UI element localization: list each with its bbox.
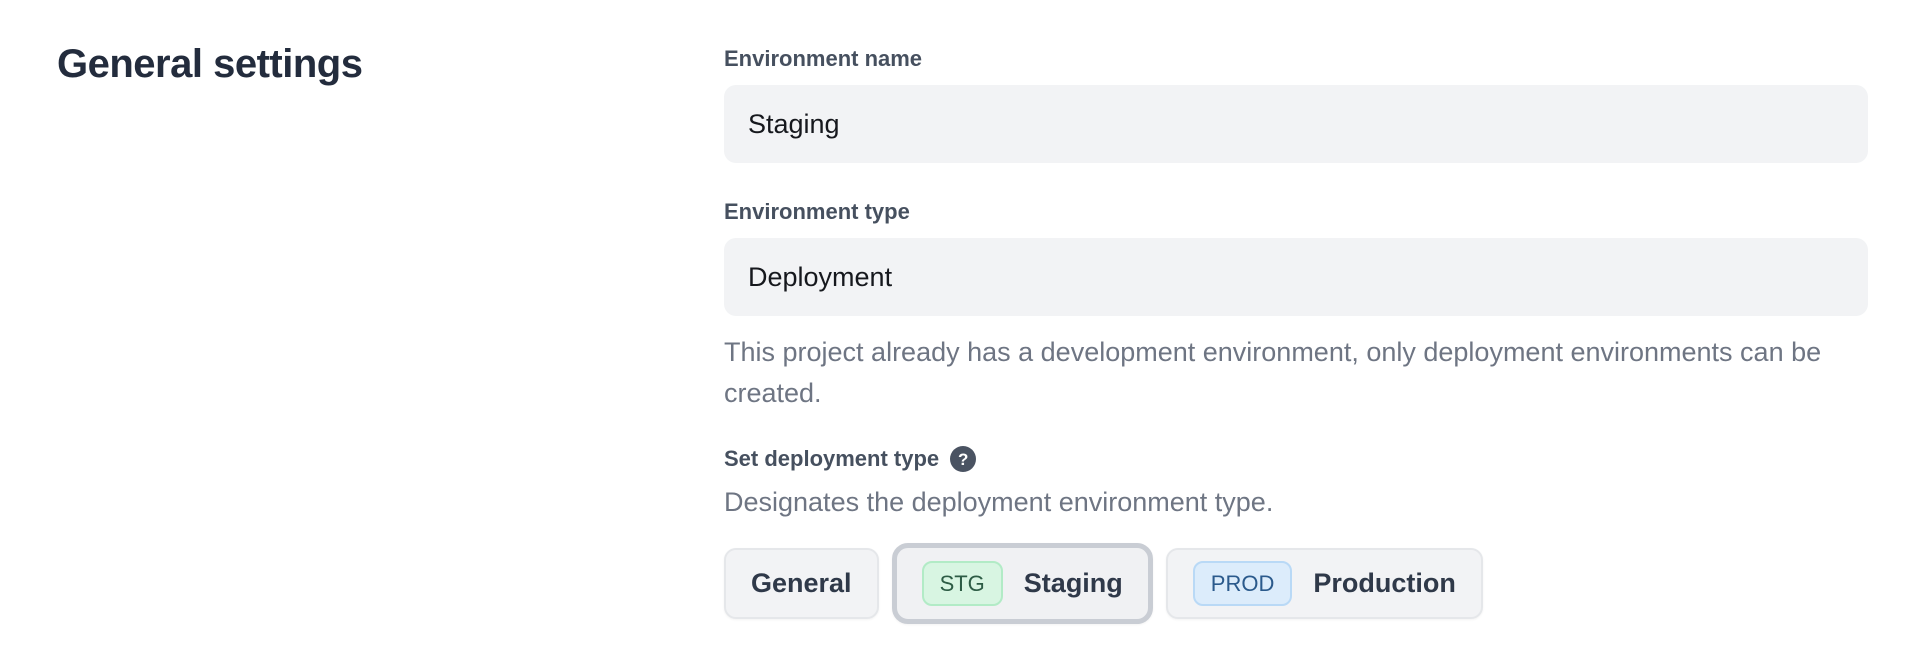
environment-type-helper-text: This project already has a development e… (724, 332, 1828, 414)
settings-page: General settings Environment name Enviro… (0, 0, 1916, 652)
deployment-type-option-production[interactable]: PROD Production (1166, 548, 1483, 619)
deployment-type-options: General STG Staging PROD Production (724, 543, 1868, 624)
environment-type-input[interactable] (724, 238, 1868, 316)
deployment-type-option-production-label: Production (1313, 568, 1456, 599)
deployment-type-description: Designates the deployment environment ty… (724, 485, 1868, 519)
question-mark-icon[interactable]: ? (950, 446, 976, 472)
deployment-type-option-staging[interactable]: STG Staging (892, 543, 1153, 624)
environment-name-label: Environment name (724, 46, 1868, 72)
environment-type-label: Environment type (724, 199, 1868, 225)
environment-name-input[interactable] (724, 85, 1868, 163)
set-deployment-type-label: Set deployment type (724, 446, 939, 472)
page-title: General settings (57, 42, 724, 86)
deployment-type-option-general[interactable]: General (724, 548, 879, 619)
deployment-type-label-row: Set deployment type ? (724, 446, 1868, 472)
stg-badge: STG (922, 561, 1003, 606)
deployment-type-option-general-label: General (751, 568, 852, 599)
deployment-type-option-staging-label: Staging (1024, 568, 1123, 599)
prod-badge: PROD (1193, 561, 1293, 606)
general-settings-form: Environment name Environment type This p… (724, 42, 1868, 652)
settings-section-header: General settings (57, 42, 724, 652)
